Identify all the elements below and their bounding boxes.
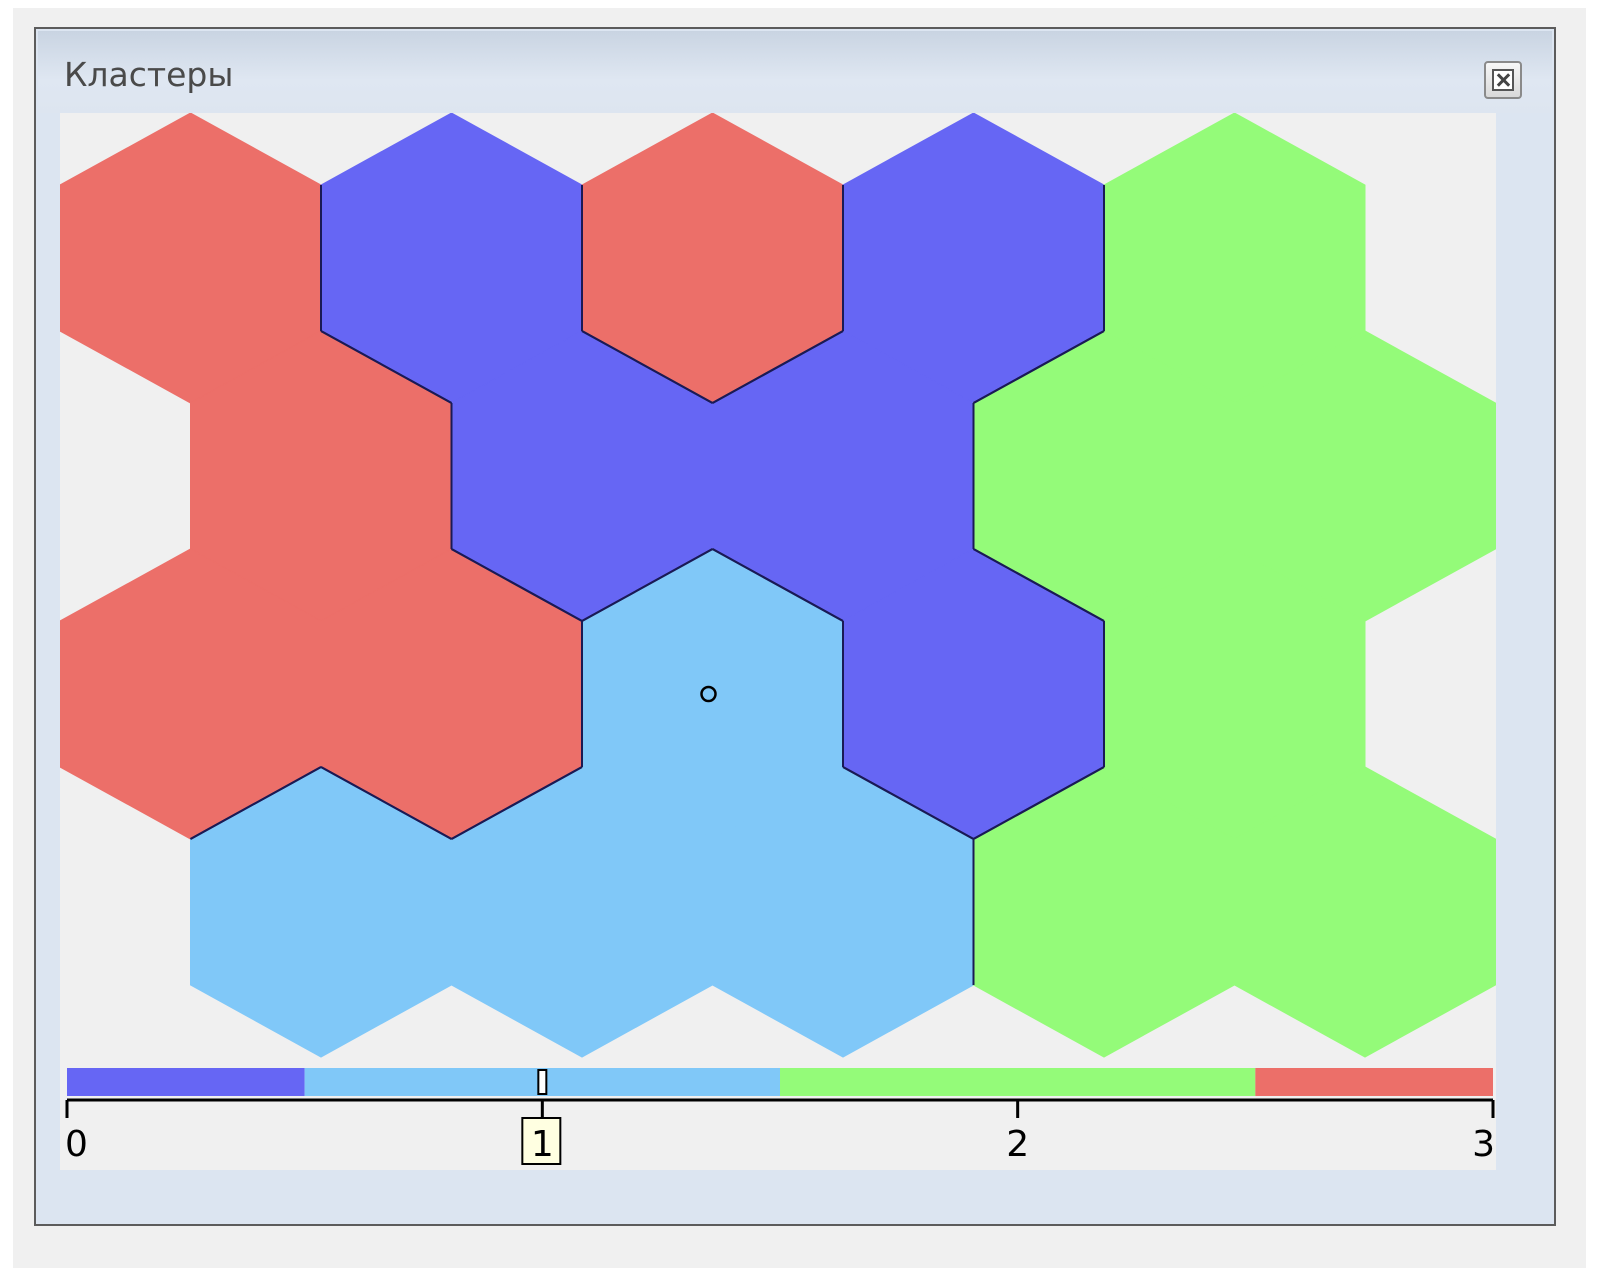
colorbar-segment: [67, 1068, 305, 1096]
colorbar-tick-label: 0: [65, 1124, 88, 1165]
cluster-colorbar: 0 1 2 3: [65, 1068, 1495, 1165]
clusters-window: Кластеры 0 1 2 3: [34, 27, 1556, 1226]
window-titlebar[interactable]: Кластеры: [38, 31, 1552, 113]
colorbar-segment: [780, 1068, 1256, 1096]
map-panel: 0 1 2 3: [60, 113, 1496, 1170]
close-button[interactable]: [1484, 61, 1522, 99]
colorbar-tick-label: 3: [1472, 1124, 1495, 1165]
close-icon: [1492, 69, 1514, 91]
som-hex-map[interactable]: 0 1 2 3: [60, 113, 1496, 1170]
colorbar-tick-label: 2: [1006, 1124, 1029, 1165]
colorbar-segment: [1255, 1068, 1493, 1096]
window-title: Кластеры: [64, 55, 234, 94]
colorbar-selection-indicator[interactable]: [537, 1069, 548, 1095]
hex-cells: [60, 113, 1496, 1058]
colorbar-tick-label: 1: [531, 1124, 554, 1165]
